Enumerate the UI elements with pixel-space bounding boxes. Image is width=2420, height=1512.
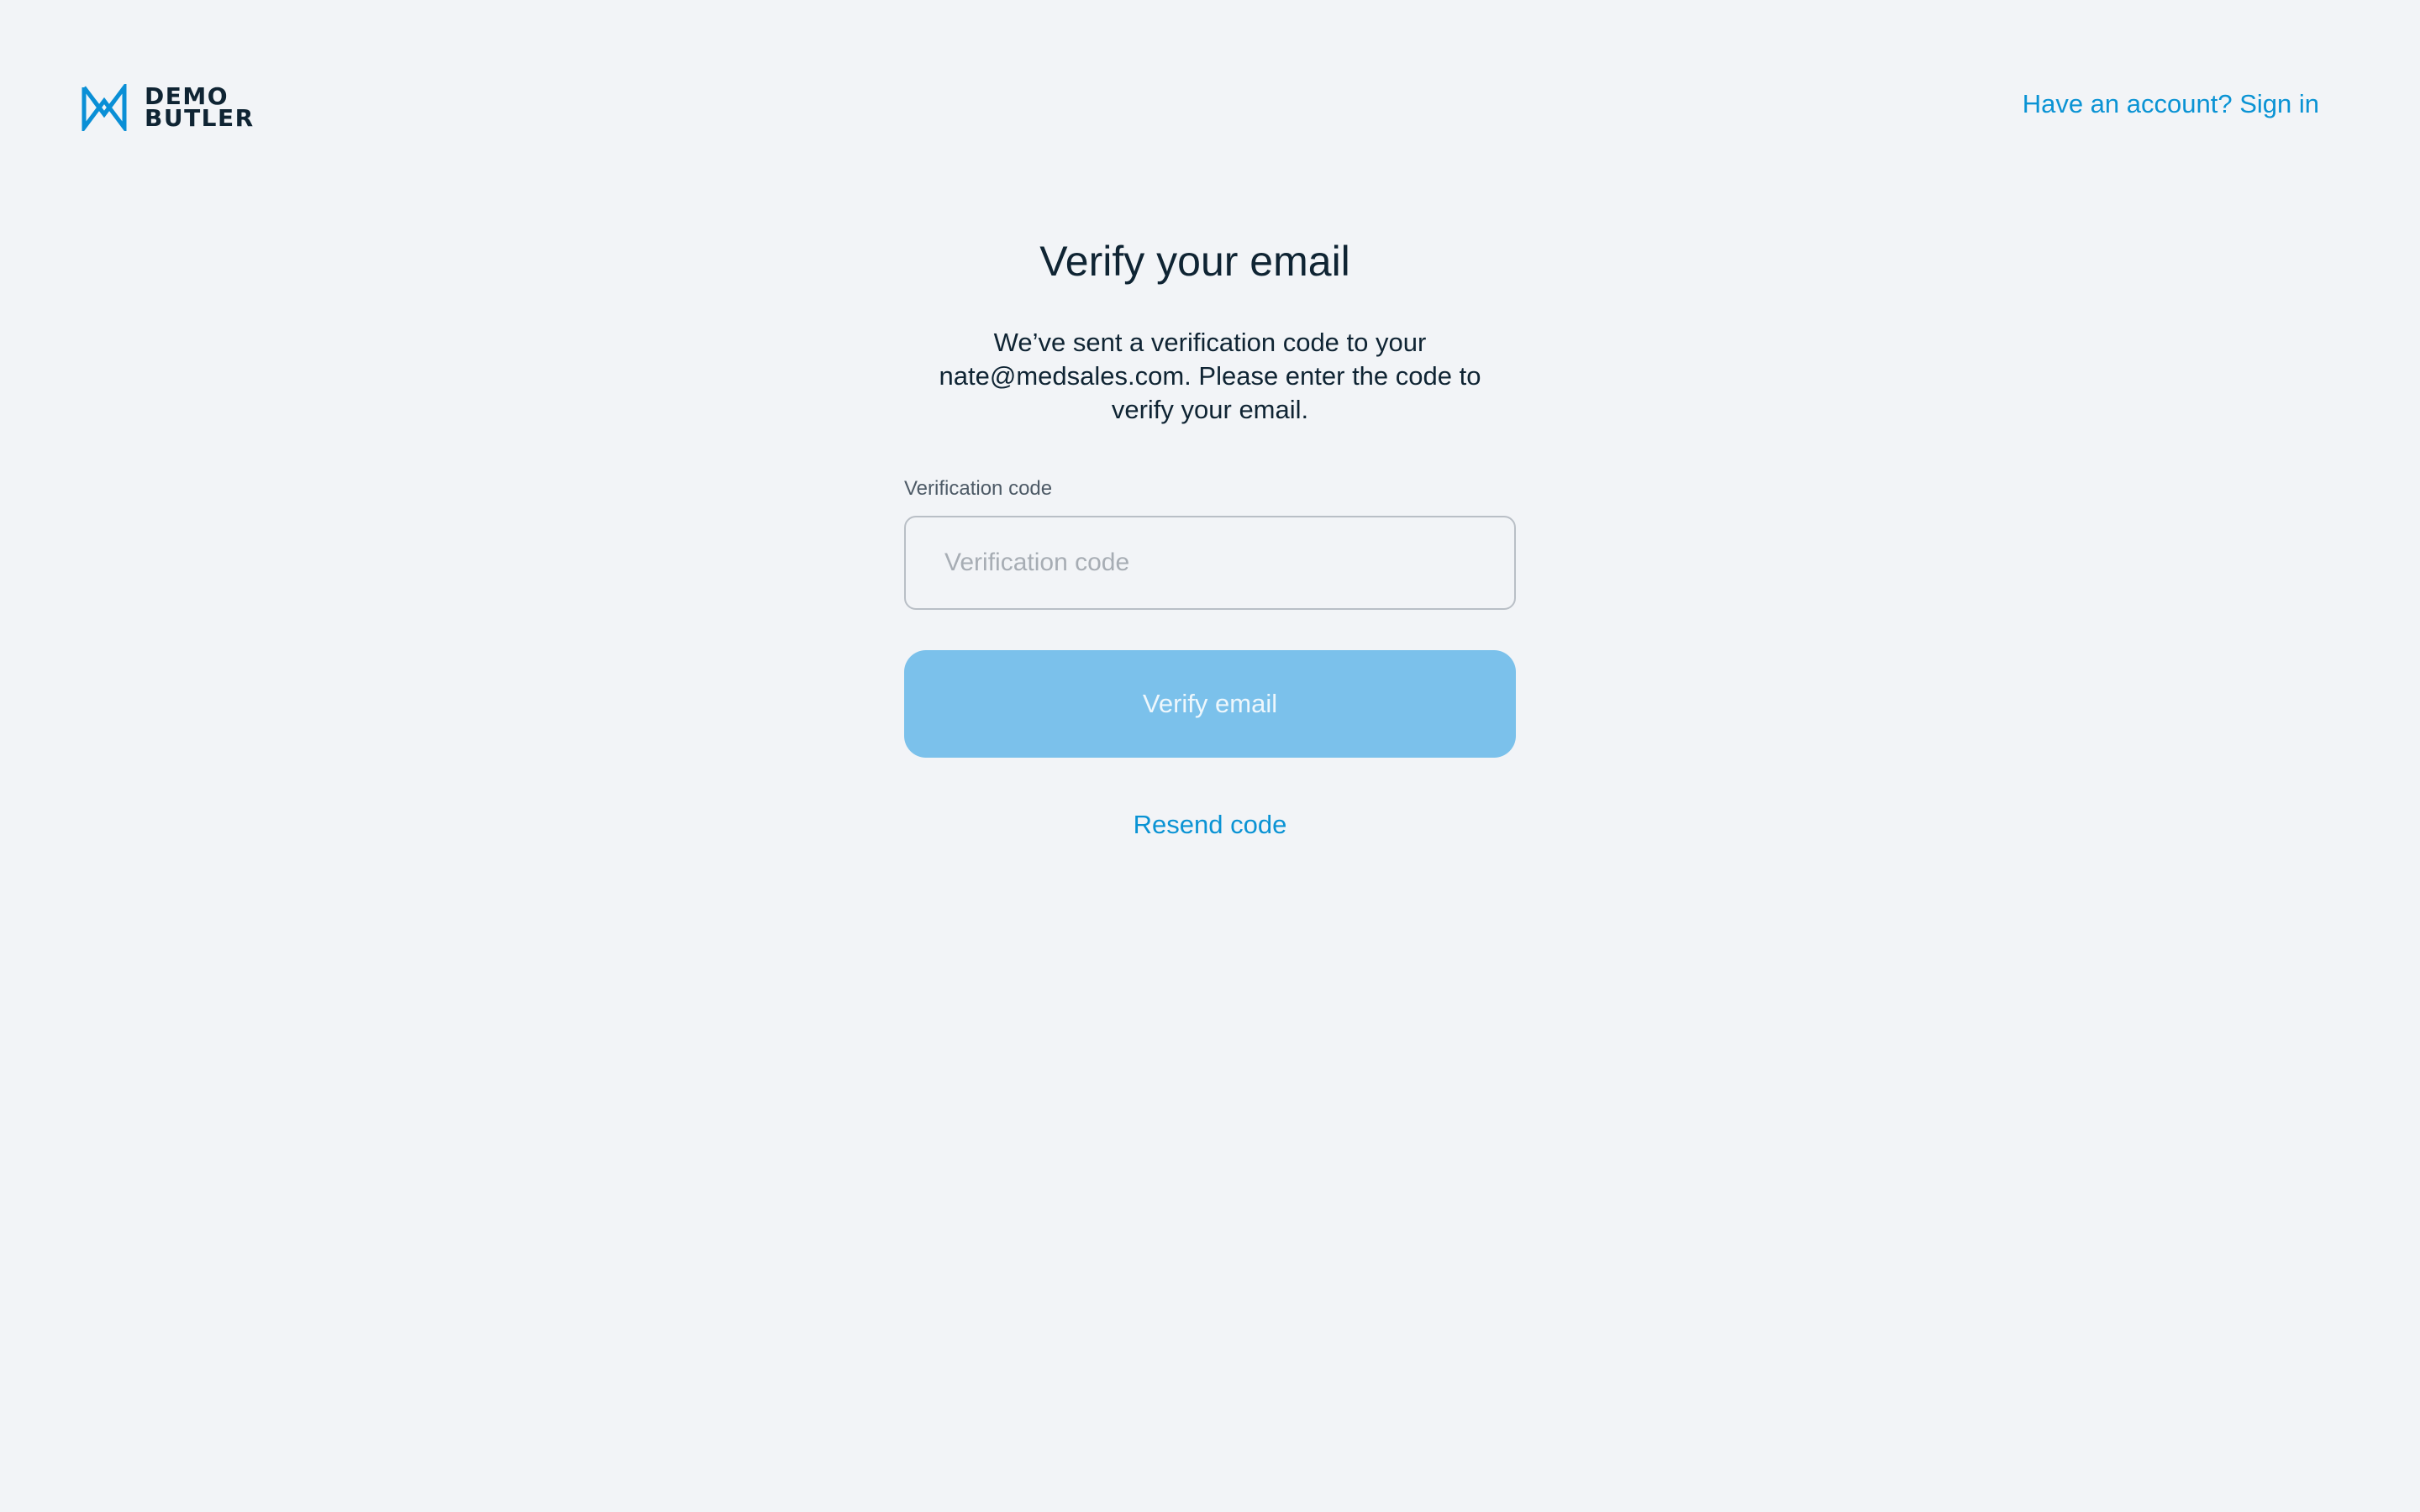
resend-code-link[interactable]: Resend code (904, 810, 1516, 840)
logo[interactable]: DEMO BUTLER (81, 84, 255, 131)
brand-name: DEMO BUTLER (145, 85, 255, 132)
demo-butler-logo-icon (82, 84, 127, 131)
verify-email-form: Verify your email We’ve sent a verificat… (904, 232, 1516, 840)
brand-name-line2: BUTLER (145, 104, 255, 132)
verification-code-label: Verification code (904, 477, 1053, 500)
verify-email-button[interactable]: Verify email (904, 650, 1516, 758)
verification-instructions: We’ve sent a verification code to your n… (939, 328, 1481, 424)
verification-code-input[interactable] (904, 516, 1516, 610)
sign-in-link[interactable]: Have an account? Sign in (2023, 89, 2319, 119)
page-title: Verify your email (1039, 238, 1350, 285)
